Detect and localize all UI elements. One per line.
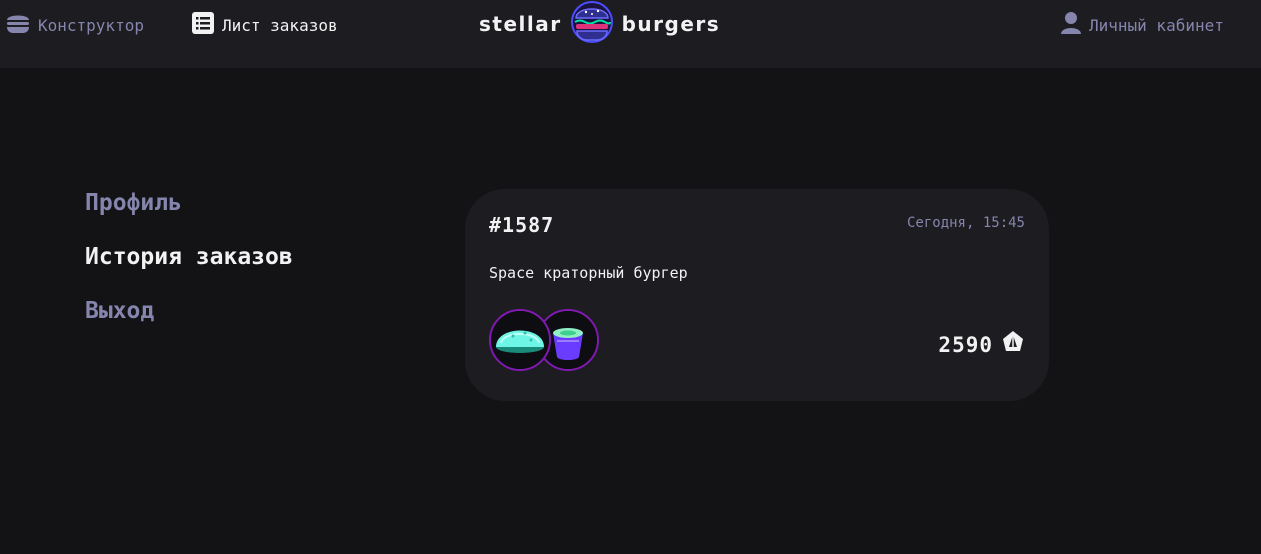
list-icon [192, 12, 214, 38]
burger-icon [6, 11, 30, 39]
currency-icon [1001, 330, 1025, 359]
order-price-value: 2590 [938, 332, 993, 357]
nav-feed-label: Лист заказов [222, 15, 338, 35]
nav-constructor[interactable]: Конструктор [6, 12, 144, 38]
logo[interactable]: stellar burgers [479, 0, 721, 49]
sidebar-item-logout[interactable]: Выход [85, 298, 154, 324]
nav-profile-label: Личный кабинет [1089, 15, 1224, 35]
sauce-icon [539, 311, 597, 369]
nav-feed[interactable]: Лист заказов [192, 12, 338, 38]
order-date: Сегодня, 15:45 [906, 215, 1025, 231]
order-price: 2590 [938, 330, 1025, 359]
nav-constructor-label: Конструктор [38, 15, 144, 35]
app-header: Конструктор Лист заказов stellar burgers… [0, 0, 1261, 68]
user-icon [1061, 11, 1081, 39]
logo-text-right: burgers [621, 12, 721, 36]
ingredient-bun [489, 309, 551, 371]
sidebar-item-order-history[interactable]: История заказов [85, 244, 293, 270]
burger-logo-icon [570, 0, 614, 49]
bun-icon [491, 311, 549, 369]
sidebar-item-profile[interactable]: Профиль [85, 190, 182, 216]
nav-profile[interactable]: Личный кабинет [1061, 12, 1224, 38]
order-number: #1587 [489, 213, 555, 237]
order-name: Space краторный бургер [489, 264, 688, 282]
order-card[interactable]: #1587 Сегодня, 15:45 Space краторный бур… [465, 189, 1049, 401]
logo-text-left: stellar [479, 12, 562, 36]
